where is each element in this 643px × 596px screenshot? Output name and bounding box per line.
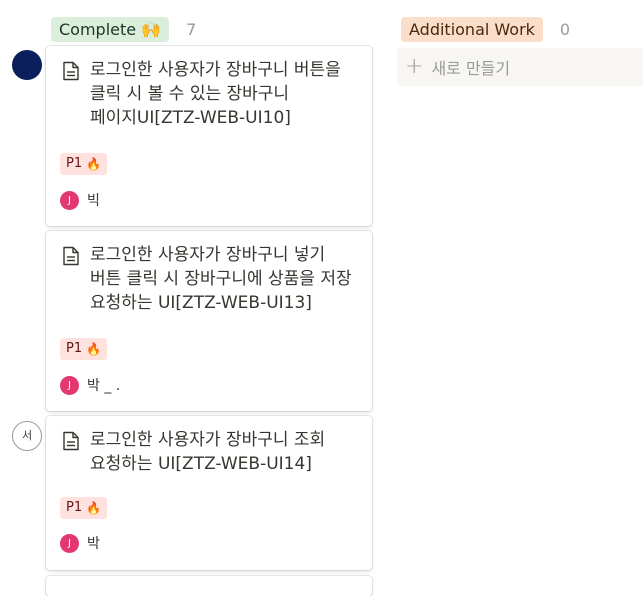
column-count: 7 bbox=[186, 20, 197, 39]
document-icon bbox=[63, 431, 79, 451]
card-title: 로그인한 사용자가 장바구니 넣기 버튼 클릭 시 장바구니에 상품을 저장 요… bbox=[90, 245, 352, 313]
priority-tag: P1 🔥 bbox=[60, 497, 108, 519]
document-icon bbox=[63, 61, 79, 81]
assignee-name: 빅 bbox=[87, 193, 100, 209]
new-item-label: 새로 만들기 bbox=[431, 59, 511, 78]
plus-icon: + bbox=[405, 54, 424, 79]
board-card[interactable]: 로그인한 사용자가 장바구니 버튼을 클릭 시 볼 수 있는 장바구니 페이지U… bbox=[46, 46, 372, 226]
board-card[interactable]: 로그인한 사용자가 장바구니 넣기 버튼 클릭 시 장바구니에 상품을 저장 요… bbox=[46, 231, 372, 411]
user-avatar[interactable]: 서 bbox=[12, 421, 42, 451]
column-count: 0 bbox=[559, 20, 571, 39]
new-item-button[interactable]: + 새로 만들기 bbox=[405, 54, 511, 79]
priority-tag: P1 🔥 bbox=[60, 338, 108, 360]
column-body-additional-work: + 새로 만들기 bbox=[397, 48, 643, 86]
fire-icon: 🔥 bbox=[86, 342, 102, 356]
document-icon bbox=[63, 246, 79, 266]
priority-tag: P1 🔥 bbox=[60, 153, 108, 175]
board-card[interactable]: 로그인한 사용자가 장바구니 조회 요청하는 UI[ZTZ-WEB-UI14] … bbox=[46, 416, 372, 570]
priority-label: P1 bbox=[66, 500, 83, 515]
avatar: J bbox=[60, 190, 79, 210]
assignee: J 박 _ . bbox=[60, 375, 120, 395]
assignee-name: 박 _ . bbox=[87, 378, 121, 394]
card-title: 로그인한 사용자가 장바구니 조회 요청하는 UI[ZTZ-WEB-UI14] bbox=[90, 430, 326, 474]
fire-icon: 🔥 bbox=[86, 157, 102, 171]
board-card[interactable] bbox=[46, 576, 372, 596]
avatar: J bbox=[60, 533, 79, 553]
column-tag: Additional Work bbox=[401, 17, 543, 42]
card-title: 로그인한 사용자가 장바구니 버튼을 클릭 시 볼 수 있는 장바구니 페이지U… bbox=[90, 60, 341, 128]
priority-label: P1 bbox=[66, 156, 83, 171]
assignee: J 박 bbox=[60, 533, 100, 553]
user-avatar[interactable] bbox=[12, 50, 42, 80]
column-header-additional-work[interactable]: Additional Work 0 bbox=[401, 17, 570, 42]
avatar: J bbox=[60, 375, 79, 395]
column-tag: Complete 🙌 bbox=[51, 17, 170, 42]
column-header-complete[interactable]: Complete 🙌 7 bbox=[51, 17, 196, 42]
assignee-name: 박 bbox=[87, 536, 100, 552]
fire-icon: 🔥 bbox=[86, 501, 102, 515]
assignee: J 빅 bbox=[60, 190, 100, 210]
priority-label: P1 bbox=[66, 341, 83, 356]
